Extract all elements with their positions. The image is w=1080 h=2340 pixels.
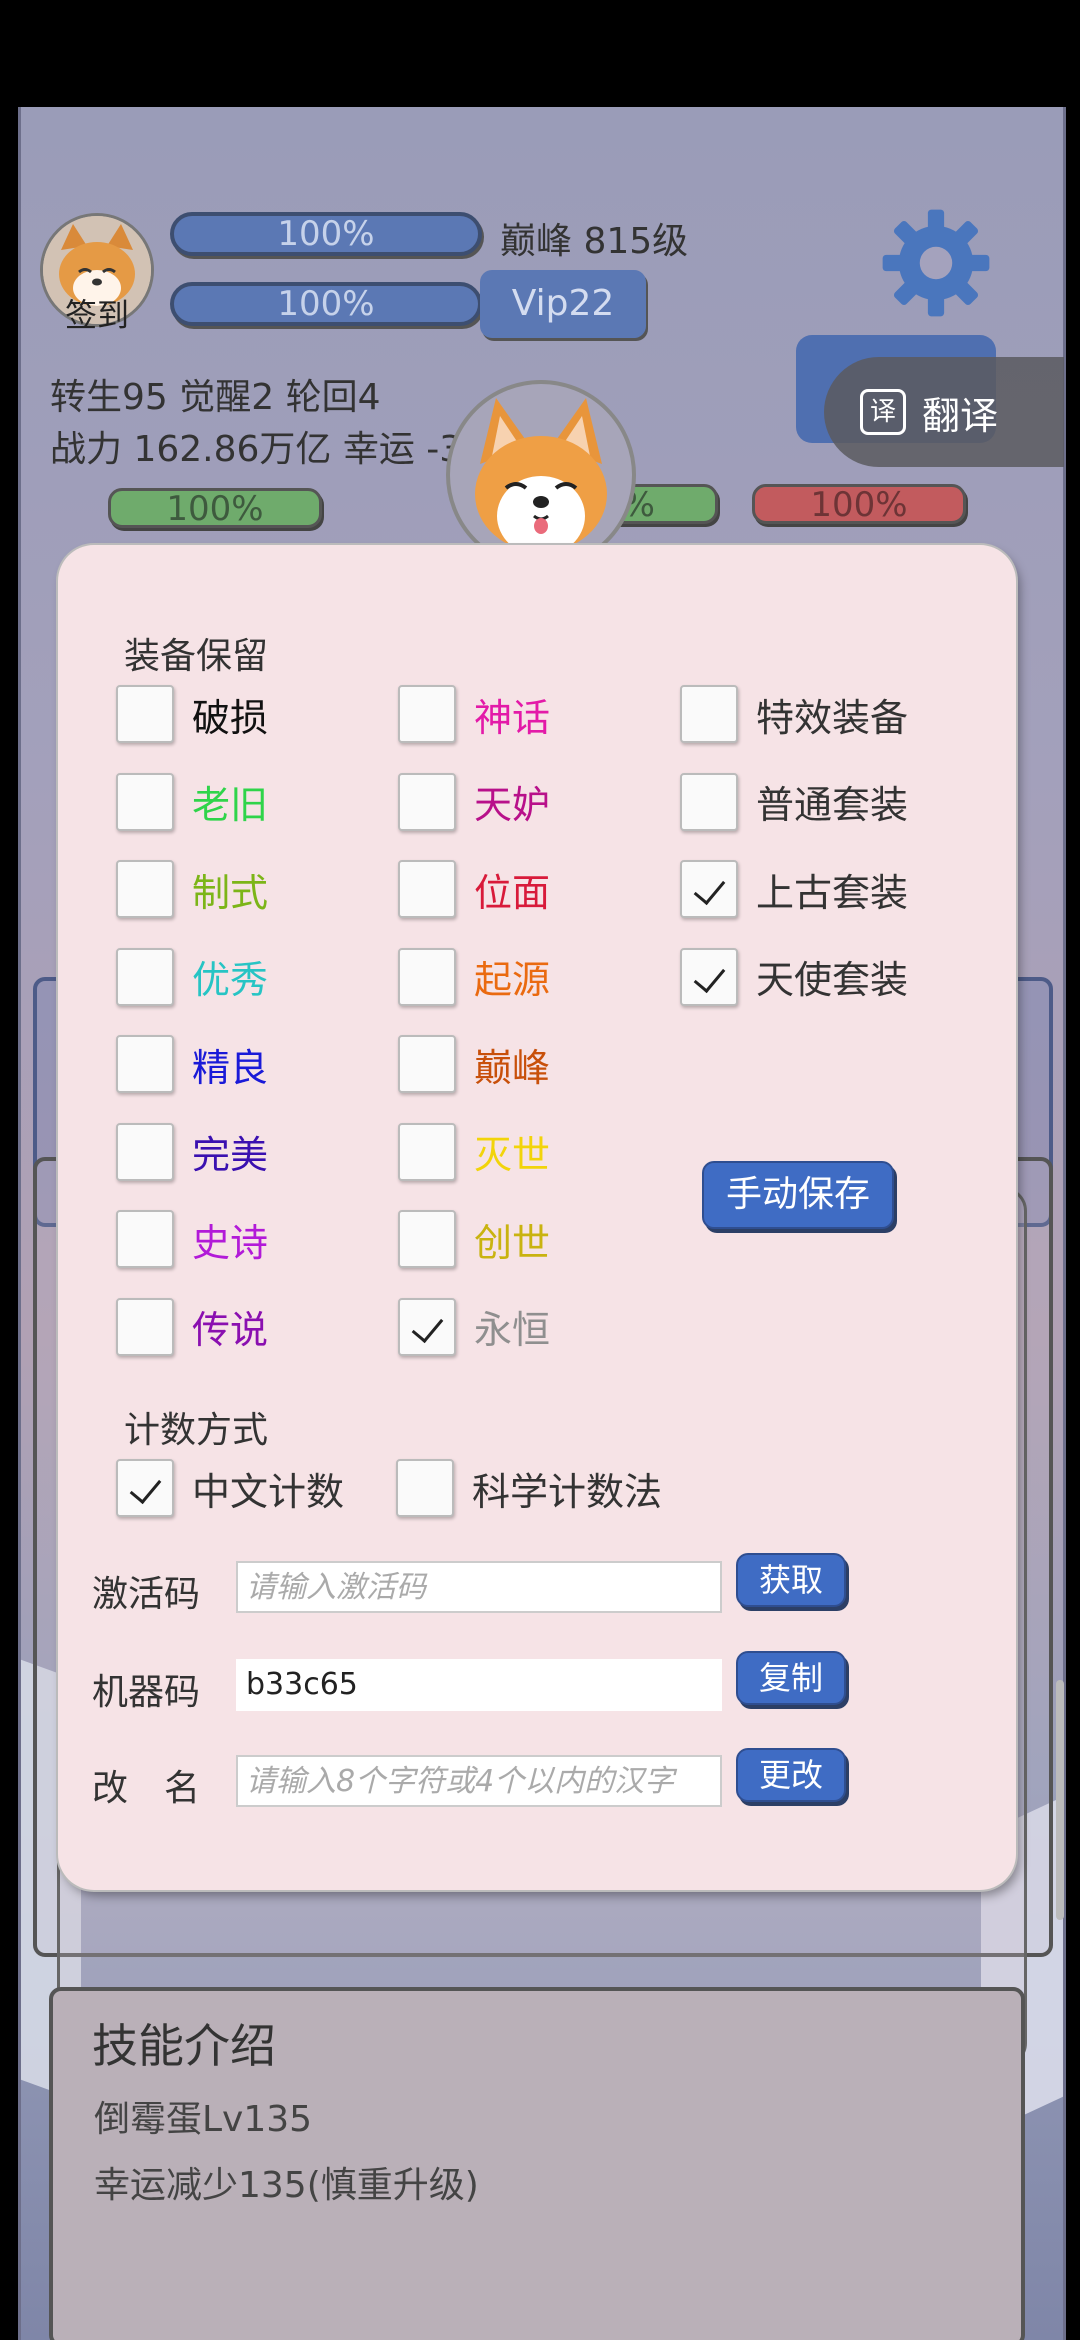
equip-checkbox[interactable]: [398, 1122, 456, 1181]
equip-option-label: 位面: [474, 870, 551, 915]
count-option-label: 中文计数: [192, 1469, 345, 1514]
equip-option-label: 灭世: [474, 1133, 551, 1177]
equip-checkbox[interactable]: [680, 685, 738, 743]
count-option[interactable]: 中文计数: [116, 1459, 344, 1517]
equip-option-label: 创世: [474, 1220, 551, 1265]
equip-checkbox[interactable]: [398, 947, 456, 1006]
equip-option-label: 天妒: [474, 783, 551, 827]
equip-option-label: 天使套装: [756, 958, 909, 1002]
equip-option[interactable]: 制式: [116, 860, 268, 918]
equip-checkbox[interactable]: [398, 860, 456, 918]
equip-option-label: 上古套装: [756, 870, 909, 915]
equip-checkbox[interactable]: [398, 1035, 456, 1093]
equip-option-label: 史诗: [192, 1220, 269, 1265]
hp-bar-right: 100%: [752, 484, 966, 524]
scrollbar[interactable]: [1056, 1680, 1064, 1920]
equip-option-label: 破损: [192, 695, 269, 740]
equip-checkbox[interactable]: [116, 1210, 174, 1268]
equip-option[interactable]: 老旧: [116, 772, 269, 831]
equip-checkbox[interactable]: [116, 772, 174, 831]
equip-option-label: 神话: [474, 695, 551, 740]
equip-option-label: 特效装备: [756, 695, 909, 740]
level-text: 巅峰 815级: [500, 221, 689, 262]
count-checkbox[interactable]: [396, 1459, 454, 1517]
equip-checkbox[interactable]: [398, 772, 456, 831]
equip-option-label: 完美: [192, 1133, 269, 1177]
equip-option[interactable]: 精良: [116, 1035, 268, 1093]
equip-checkbox[interactable]: [680, 860, 738, 918]
machine-code-label: 机器码: [92, 1672, 201, 1713]
exp-bar-1: 100%: [170, 212, 482, 256]
equip-option[interactable]: 巅峰: [398, 1035, 550, 1093]
equip-section-title: 装备保留: [124, 636, 269, 677]
equip-option[interactable]: 特效装备: [680, 685, 908, 743]
equip-option[interactable]: 完美: [116, 1122, 269, 1181]
equip-checkbox[interactable]: [680, 947, 738, 1006]
get-code-button[interactable]: 获取: [736, 1553, 846, 1607]
equip-option[interactable]: 起源: [398, 947, 551, 1006]
translate-button[interactable]: 译 翻译: [824, 357, 1064, 467]
corgi-icon: [475, 398, 607, 556]
equip-option[interactable]: 破损: [116, 685, 268, 743]
equip-checkbox[interactable]: [116, 947, 174, 1006]
equip-checkbox[interactable]: [398, 1210, 456, 1268]
equip-option[interactable]: 创世: [398, 1210, 550, 1268]
equip-option-label: 传说: [192, 1308, 269, 1352]
equip-checkbox[interactable]: [116, 685, 174, 743]
equip-option[interactable]: 史诗: [116, 1210, 268, 1268]
activation-input[interactable]: [236, 1561, 722, 1613]
equip-checkbox[interactable]: [398, 1297, 456, 1356]
manual-save-button[interactable]: 手动保存: [702, 1161, 894, 1229]
count-checkbox[interactable]: [116, 1459, 174, 1517]
equip-checkbox[interactable]: [116, 1122, 174, 1181]
change-name-button[interactable]: 更改: [736, 1748, 846, 1802]
status-bar: [0, 0, 1080, 107]
rename-input[interactable]: [236, 1755, 722, 1807]
count-section-title: 计数方式: [124, 1410, 269, 1451]
equip-option[interactable]: 天妒: [398, 772, 551, 831]
equip-option-label: 老旧: [192, 783, 269, 827]
machine-code-field[interactable]: b33c65: [236, 1659, 722, 1711]
equip-option-label: 起源: [474, 958, 551, 1002]
count-option-label: 科学计数法: [472, 1469, 663, 1514]
count-option[interactable]: 科学计数法: [396, 1459, 662, 1517]
equip-option-label: 优秀: [192, 958, 269, 1002]
power-line: 战力 162.86万亿 幸运 -3: [50, 429, 463, 470]
vip-button[interactable]: Vip22: [480, 270, 646, 338]
translate-icon: 译: [860, 389, 906, 435]
pet-portrait[interactable]: [446, 380, 636, 570]
equip-checkbox[interactable]: [116, 1035, 174, 1093]
equip-checkbox[interactable]: [116, 1297, 174, 1356]
translate-label: 翻译: [922, 393, 999, 438]
equip-option-label: 精良: [192, 1045, 269, 1090]
equip-option[interactable]: 位面: [398, 860, 550, 918]
equip-option-label: 普通套装: [756, 783, 909, 827]
equip-checkbox[interactable]: [398, 685, 456, 743]
settings-dialog: 装备保留 破损老旧制式优秀精良完美史诗传说 神话天妒位面起源巅峰灭世创世永恒 特效装…: [58, 545, 1016, 1890]
rebirth-line: 转生95 觉醒2 轮回4: [50, 377, 381, 418]
activation-label: 激活码: [92, 1574, 201, 1615]
equip-checkbox[interactable]: [680, 772, 738, 831]
equip-option[interactable]: 普通套装: [680, 772, 909, 831]
equip-option-label: 巅峰: [474, 1045, 551, 1090]
exp-bar-2: 100%: [170, 282, 482, 326]
signin-label[interactable]: 签到: [40, 290, 154, 336]
gear-icon[interactable]: [878, 205, 994, 321]
skill-title: 技能介绍: [92, 2019, 276, 2073]
equip-option-label: 制式: [192, 870, 269, 915]
equip-option[interactable]: 传说: [116, 1297, 269, 1356]
equip-option-label: 永恒: [474, 1308, 551, 1352]
skill-description: 幸运减少135(慎重升级): [94, 2165, 479, 2206]
copy-button[interactable]: 复制: [736, 1651, 846, 1705]
equip-checkbox[interactable]: [116, 860, 174, 918]
rename-label: 改 名: [92, 1768, 201, 1809]
equip-option[interactable]: 优秀: [116, 947, 269, 1006]
hp-bar-left: 100%: [108, 488, 322, 528]
skill-name: 倒霉蛋Lv135: [94, 2099, 313, 2140]
equip-option[interactable]: 永恒: [398, 1297, 551, 1356]
equip-option[interactable]: 天使套装: [680, 947, 909, 1006]
equip-option[interactable]: 上古套装: [680, 860, 908, 918]
equip-option[interactable]: 灭世: [398, 1122, 551, 1181]
equip-option[interactable]: 神话: [398, 685, 550, 743]
